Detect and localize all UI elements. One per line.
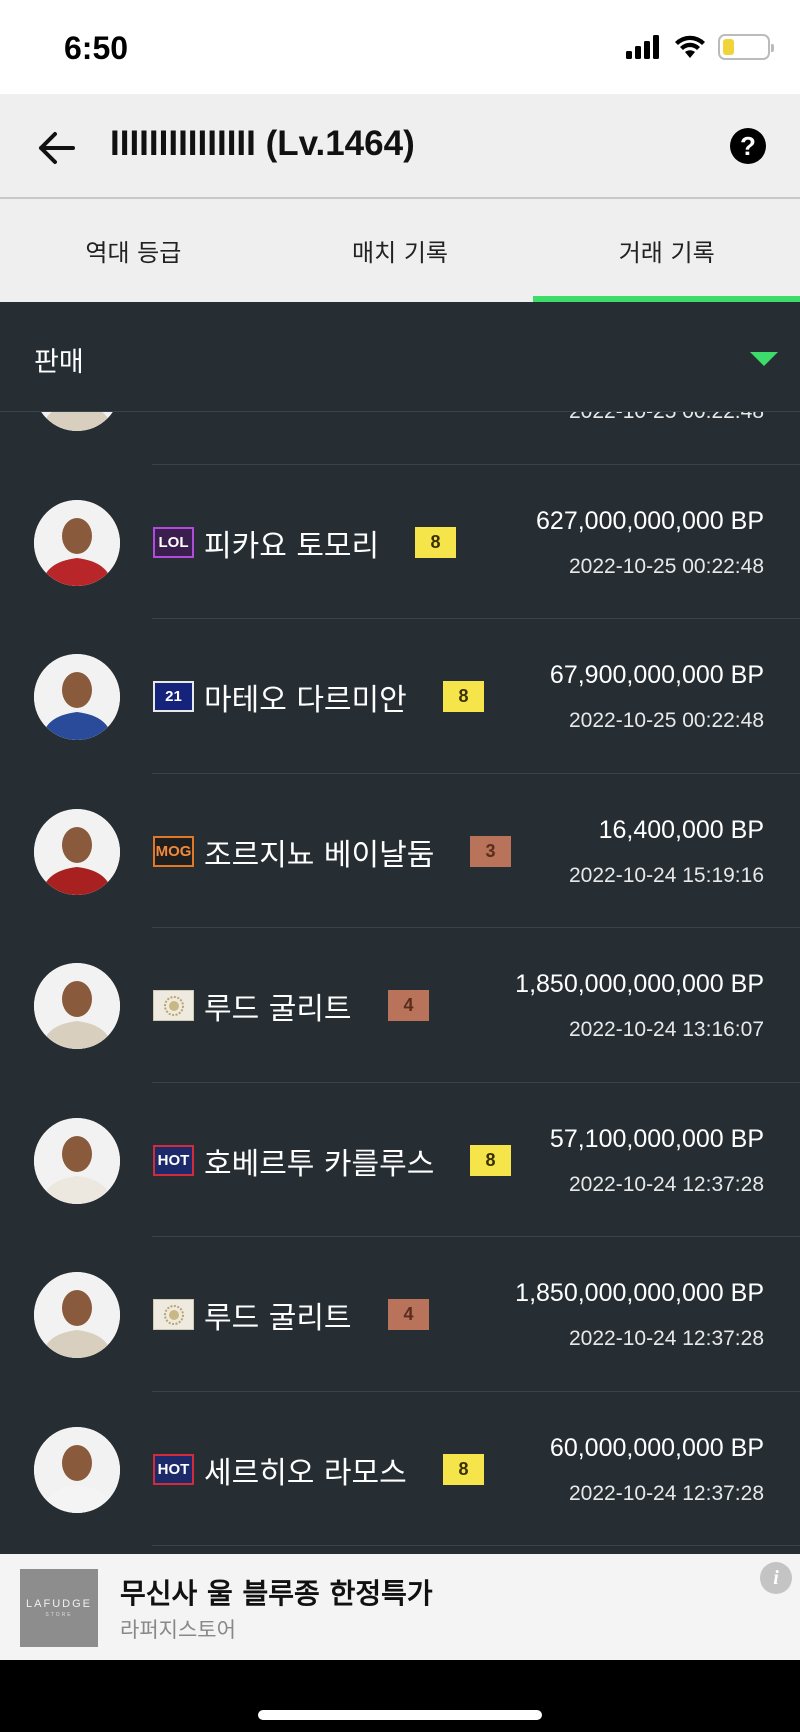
trade-list[interactable]: 루드 굴리트42022-10-25 00:22:48LOL피카요 토모리8627… [0,412,800,1554]
home-indicator[interactable] [258,1710,542,1720]
trade-row[interactable]: 21 마테오 다르미안 8 67,900,000,000 BP 2022-10-25 0… [0,619,800,774]
top-app-bar: IIIIIIIIIIIIIII (Lv.1464) ? [0,94,800,199]
player-avatar [34,808,120,895]
player-avatar [34,654,120,740]
ad-info-icon[interactable]: i [760,1562,792,1594]
season-badge [153,1299,194,1330]
trade-price: 16,400,000 BP [598,815,764,844]
trade-date: 2022-10-25 00:22:48 [569,709,764,732]
arrow-left-icon [39,132,75,164]
season-badge: LOL [153,526,194,558]
trade-date: 2022-10-25 00:22:48 [569,412,764,424]
trade-row[interactable]: HOT 호베르투 카를루스 8 57,100,000,000 BP 2022-10-24… [0,1083,800,1237]
tab-all-time-rank[interactable]: 역대 등급 [0,199,267,302]
enhancement-grade-badge: 8 [470,1144,511,1176]
status-time: 6:50 [64,30,129,66]
enhancement-grade-badge: 8 [415,526,456,558]
tab-match-history[interactable]: 매치 기록 [267,199,534,302]
page-title: IIIIIIIIIIIIIII (Lv.1464) [110,124,415,163]
season-badge: HOT [153,1144,194,1176]
trade-date: 2022-10-24 12:37:28 [569,1327,764,1350]
trade-price: 627,000,000,000 BP [536,506,764,535]
trade-row[interactable]: 루드 굴리트 4 1,850,000,000,000 BP 2022-10-24 12… [0,1237,800,1392]
player-name: 피카요 토모리 [204,528,380,564]
trade-type-label: 판매 [34,347,84,378]
trade-price: 67,900,000,000 BP [549,661,764,689]
back-button[interactable] [32,124,80,172]
enhancement-grade-badge: 3 [470,835,511,867]
signal-icon [626,35,659,59]
status-bar: 6:50 [0,0,800,94]
player-avatar [34,1272,120,1358]
ad-title: 무신사 울 블루종 한정특가 [120,1577,433,1610]
player-avatar [34,1117,120,1204]
ad-banner[interactable]: LAFUDGE STORE 무신사 울 블루종 한정특가 라퍼지스토어 i [0,1554,800,1660]
trade-price: 1,850,000,000,000 BP [515,1279,764,1307]
season-badge: MOG [153,835,194,867]
player-name: 루드 굴리트 [204,1301,352,1336]
player-name: 루드 굴리트 [204,992,352,1027]
season-badge: HOT [153,1453,194,1485]
player-name: 호베르투 카를루스 [204,1146,435,1182]
player-name: 세르히오 라모스 [204,1455,407,1491]
ad-logo: LAFUDGE STORE [20,1569,98,1647]
player-name: 마테오 다르미안 [204,683,407,718]
trade-row[interactable]: LOL 피카요 토모리 8 627,000,000,000 BP 2022-10-25 … [0,465,800,619]
ad-subtitle: 라퍼지스토어 [120,1618,236,1642]
home-indicator-area [0,1660,800,1732]
battery-icon [718,34,774,60]
trade-price: 1,850,000,000,000 BP [515,970,764,998]
tab-bar: 역대 등급 매치 기록 거래 기록 [0,199,800,302]
enhancement-grade-badge: 8 [443,681,484,712]
enhancement-grade-badge: 8 [443,1453,484,1485]
trade-date: 2022-10-25 00:22:48 [569,554,764,578]
trade-date: 2022-10-24 15:19:16 [569,863,764,887]
trade-date: 2022-10-24 12:37:28 [569,1172,764,1196]
battery-level [723,39,734,55]
ad-logo-text: LAFUDGE [26,1598,92,1610]
player-name: 조르지뇨 베이날둠 [204,837,435,873]
dropdown-arrow-icon [750,352,778,366]
player-avatar [34,1426,120,1513]
trade-date: 2022-10-24 12:37:28 [569,1481,764,1505]
ad-logo-subtext: STORE [45,1612,73,1618]
player-avatar [34,499,120,586]
enhancement-grade-badge: 4 [388,990,429,1021]
row-divider [152,1545,800,1546]
trade-row[interactable]: 루드 굴리트42022-10-25 00:22:48 [0,412,800,465]
player-avatar [34,412,120,431]
tab-trade-history[interactable]: 거래 기록 [533,199,800,302]
trade-type-dropdown[interactable]: 판매 [0,302,800,412]
trade-price: 60,000,000,000 BP [549,1433,764,1462]
help-button[interactable]: ? [730,128,766,164]
trade-row[interactable]: 루드 굴리트 4 1,850,000,000,000 BP 2022-10-24 13… [0,928,800,1083]
season-badge: 21 [153,681,194,712]
wifi-icon [675,35,705,58]
season-badge [153,990,194,1021]
trade-row[interactable]: HOT 세르히오 라모스 8 60,000,000,000 BP 2022-10-24 … [0,1392,800,1546]
trade-price: 57,100,000,000 BP [549,1124,764,1153]
trade-date: 2022-10-24 13:16:07 [569,1018,764,1041]
status-icons [626,34,774,60]
player-avatar [34,963,120,1049]
enhancement-grade-badge: 4 [388,1299,429,1330]
trade-row[interactable]: MOG 조르지뇨 베이날둠 3 16,400,000 BP 2022-10-24 15:… [0,774,800,928]
